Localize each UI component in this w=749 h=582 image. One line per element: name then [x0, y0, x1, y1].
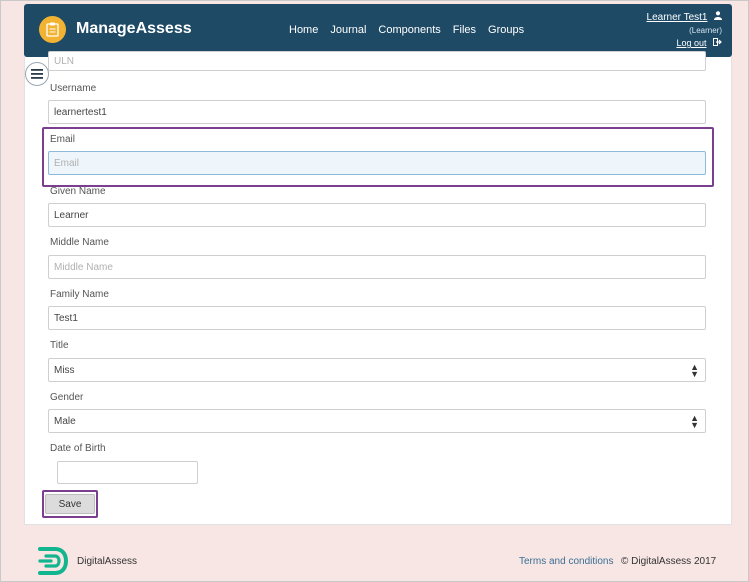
given-name-label: Given Name — [50, 186, 106, 197]
user-block: Learner Test1 (Learner) Log out — [647, 11, 722, 50]
gender-select[interactable]: Male ▲ ▼ — [48, 409, 706, 433]
digitalassess-logo-icon[interactable] — [37, 546, 69, 576]
gender-label: Gender — [50, 392, 84, 403]
dob-label: Date of Birth — [50, 443, 106, 454]
gender-select-value: Male — [54, 415, 76, 427]
nav-home[interactable]: Home — [289, 24, 318, 36]
hamburger-menu-icon[interactable] — [25, 62, 49, 86]
clipboard-icon[interactable] — [39, 16, 66, 43]
middle-name-label: Middle Name — [50, 237, 109, 248]
logout-link[interactable]: Log out — [676, 38, 706, 48]
username-label: Username — [50, 83, 97, 94]
nav-groups[interactable]: Groups — [488, 24, 524, 36]
uln-field[interactable]: ULN — [48, 51, 706, 71]
user-role: (Learner) — [689, 26, 722, 35]
user-icon — [714, 11, 722, 24]
user-name-link[interactable]: Learner Test1 — [647, 12, 708, 23]
email-field[interactable]: Email — [48, 151, 706, 175]
select-arrows-icon: ▲ ▼ — [690, 413, 699, 430]
middle-name-field[interactable]: Middle Name — [48, 255, 706, 279]
logout-icon — [713, 37, 722, 50]
title-select-value: Miss — [54, 364, 75, 376]
footer-brand: DigitalAssess — [77, 556, 138, 567]
terms-link[interactable]: Terms and conditions — [519, 556, 614, 567]
date-of-birth-field[interactable] — [57, 461, 198, 484]
nav-journal[interactable]: Journal — [330, 24, 366, 36]
top-navbar: ManageAssess Home Journal Components Fil… — [24, 4, 732, 57]
copyright: © DigitalAssess 2017 — [621, 556, 717, 567]
brand-name[interactable]: ManageAssess — [76, 20, 192, 38]
family-name-field[interactable]: Test1 — [48, 306, 706, 330]
title-label: Title — [50, 340, 69, 351]
select-arrows-icon: ▲ ▼ — [690, 362, 699, 379]
save-button[interactable]: Save — [45, 494, 95, 514]
username-field[interactable]: learnertest1 — [48, 100, 706, 124]
nav-components[interactable]: Components — [378, 24, 440, 36]
email-label: Email — [50, 134, 76, 145]
family-name-label: Family Name — [50, 289, 109, 300]
main-nav: Home Journal Components Files Groups — [289, 24, 524, 36]
given-name-field[interactable]: Learner — [48, 203, 706, 227]
title-select[interactable]: Miss ▲ ▼ — [48, 358, 706, 382]
nav-files[interactable]: Files — [453, 24, 476, 36]
